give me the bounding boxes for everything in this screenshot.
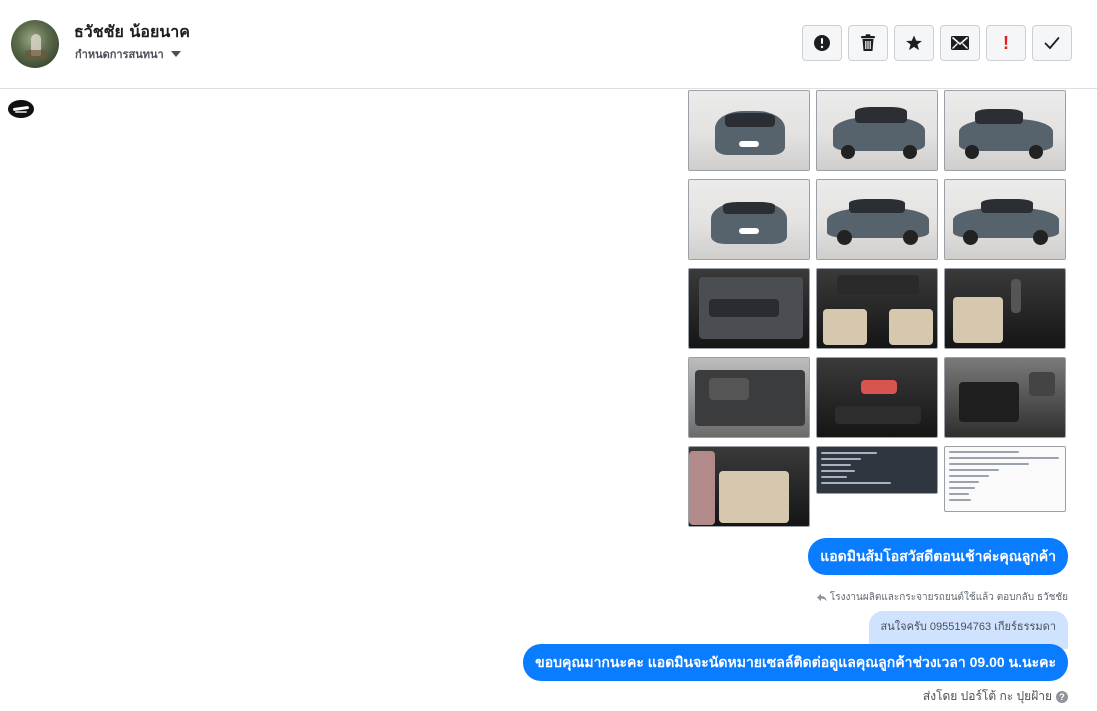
door-handle-area	[709, 299, 779, 317]
attachment-image[interactable]	[944, 179, 1066, 260]
car-window	[855, 107, 907, 123]
attachment-image[interactable]	[944, 90, 1066, 171]
license-plate	[739, 141, 759, 147]
report-button[interactable]	[802, 25, 842, 61]
car-window	[849, 199, 905, 213]
rear-seat	[719, 471, 789, 523]
outgoing-message[interactable]: แอดมินส้มโอสวัสดีตอนเช้าค่ะคุณลูกค้า	[808, 538, 1068, 575]
document-text-line	[949, 481, 979, 483]
attachment-image[interactable]	[688, 446, 810, 527]
car-wheel	[965, 145, 979, 159]
mark-unread-button[interactable]	[940, 25, 980, 61]
checkmark-icon	[1044, 37, 1060, 50]
center-console	[835, 406, 921, 424]
attachment-image-grid	[688, 90, 1068, 528]
page-logo-avatar[interactable]	[8, 100, 34, 118]
license-plate	[739, 228, 759, 234]
engine-part	[1029, 372, 1055, 396]
delete-button[interactable]	[848, 25, 888, 61]
document-text-line	[821, 476, 847, 478]
attachment-image[interactable]	[816, 268, 938, 349]
front-seat	[823, 309, 867, 345]
seat	[953, 297, 1003, 343]
contact-avatar[interactable]	[11, 20, 59, 68]
avatar-ground	[25, 50, 47, 60]
mark-done-button[interactable]	[1032, 25, 1072, 61]
reply-context: โรงงานผลิตและกระจายรถยนต์ใช้แล้ว ตอบกลับ…	[816, 590, 1068, 605]
sent-by-text: ส่งโดย ปอร์โต้ กะ ปุยฝ้าย	[922, 689, 1052, 703]
car-wheel	[903, 145, 917, 159]
attachment-image[interactable]	[688, 90, 810, 171]
document-text-line	[821, 464, 851, 466]
document-text-line	[949, 499, 971, 501]
attachment-image[interactable]	[944, 357, 1066, 438]
document-text-line	[949, 487, 975, 489]
logo-swoosh-lower	[15, 111, 27, 113]
battery	[959, 382, 1019, 422]
car-wheel	[841, 145, 855, 159]
schedule-conversation-dropdown[interactable]: กำหนดการสนทนา	[75, 45, 181, 63]
star-button[interactable]	[894, 25, 934, 61]
document-text-line	[949, 463, 1029, 465]
document-text-line	[949, 475, 989, 477]
document-text-line	[821, 470, 855, 472]
car-wheel	[1033, 230, 1048, 245]
attachment-image[interactable]	[816, 357, 938, 438]
conversation-actions: !	[802, 25, 1072, 61]
car-window	[975, 109, 1023, 124]
document-text-line	[949, 469, 999, 471]
car-wheel	[963, 230, 978, 245]
attachment-image[interactable]	[944, 268, 1066, 349]
attachment-image[interactable]	[816, 179, 938, 260]
envelope-icon	[951, 36, 969, 50]
door-trim	[689, 451, 715, 525]
document-text-line	[949, 451, 1019, 453]
conversation-header: ธวัชชัย น้อยนาค กำหนดการสนทนา !	[0, 0, 1097, 89]
attachment-image[interactable]	[816, 446, 938, 494]
caret-down-icon	[170, 51, 181, 57]
alert-circle-icon	[814, 35, 830, 51]
document-text-line	[821, 452, 877, 454]
photo-background	[817, 358, 937, 437]
follow-up-button[interactable]: !	[986, 25, 1026, 61]
attachment-image[interactable]	[688, 357, 810, 438]
car-wheel	[837, 230, 852, 245]
help-question-icon[interactable]: ?	[1056, 690, 1068, 703]
reply-context-text: โรงงานผลิตและกระจายรถยนต์ใช้แล้ว ตอบกลับ…	[829, 592, 1068, 603]
car-wheel	[903, 230, 918, 245]
attachment-image[interactable]	[944, 446, 1066, 512]
outgoing-message[interactable]: ขอบคุณมากนะคะ แอดมินจะนัดหมายเซลล์ติดต่อ…	[523, 644, 1068, 681]
car-window	[981, 199, 1033, 213]
document-text-line	[949, 457, 1059, 459]
document-text-line	[821, 458, 861, 460]
car-windshield	[725, 113, 775, 127]
trash-icon	[861, 34, 875, 51]
contact-name[interactable]: ธวัชชัย น้อยนาค	[74, 20, 190, 45]
attachment-image[interactable]	[816, 90, 938, 171]
climate-display	[861, 380, 897, 394]
car-wheel	[1029, 145, 1043, 159]
dashboard	[837, 275, 919, 295]
sent-by-label: ส่งโดย ปอร์โต้ กะ ปุยฝ้าย ?	[923, 687, 1068, 706]
reply-arrow-icon	[816, 593, 827, 602]
attachment-image[interactable]	[688, 268, 810, 349]
document-text-line	[949, 493, 969, 495]
schedule-label: กำหนดการสนทนา	[75, 48, 164, 61]
exclamation-icon: !	[1003, 33, 1009, 53]
gear-shift	[1011, 279, 1021, 313]
document-text-line	[821, 482, 891, 484]
front-seat	[889, 309, 933, 345]
car-rear-window	[723, 202, 775, 214]
attachment-image[interactable]	[688, 179, 810, 260]
star-icon	[906, 35, 922, 51]
engine-cover	[709, 378, 749, 400]
